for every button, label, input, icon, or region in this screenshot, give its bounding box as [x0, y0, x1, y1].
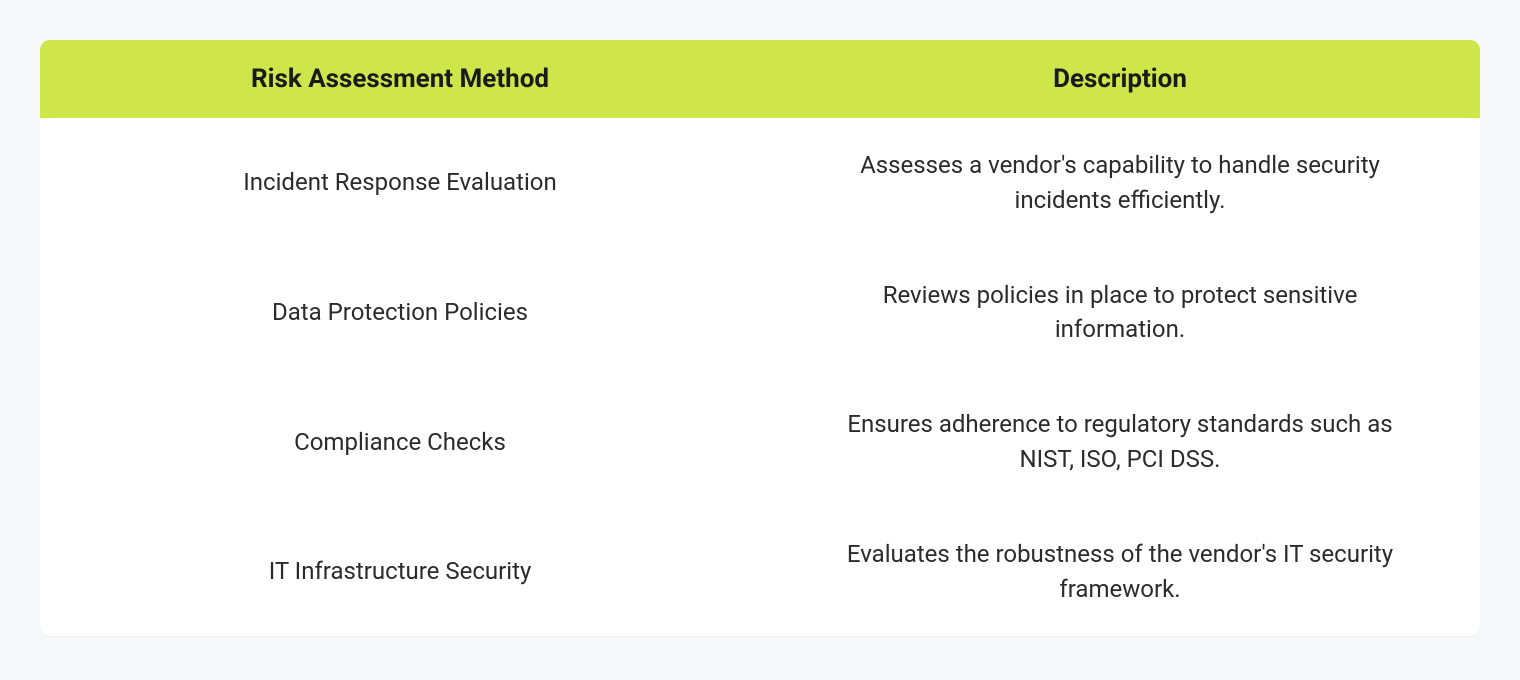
- cell-description: Evaluates the robustness of the vendor's…: [760, 507, 1480, 637]
- table-header-row: Risk Assessment Method Description: [40, 40, 1480, 118]
- cell-method: Data Protection Policies: [40, 248, 760, 378]
- col-header-description: Description: [760, 40, 1480, 118]
- cell-method: IT Infrastructure Security: [40, 507, 760, 637]
- table-row: IT Infrastructure Security Evaluates the…: [40, 507, 1480, 637]
- table-body: Incident Response Evaluation Assesses a …: [40, 118, 1480, 636]
- cell-description: Assesses a vendor's capability to handle…: [760, 118, 1480, 248]
- risk-assessment-table: Risk Assessment Method Description Incid…: [40, 40, 1480, 636]
- col-header-method: Risk Assessment Method: [40, 40, 760, 118]
- table-row: Data Protection Policies Reviews policie…: [40, 248, 1480, 378]
- cell-method: Incident Response Evaluation: [40, 118, 760, 248]
- cell-description: Ensures adherence to regulatory standard…: [760, 377, 1480, 507]
- table-row: Incident Response Evaluation Assesses a …: [40, 118, 1480, 248]
- cell-method: Compliance Checks: [40, 377, 760, 507]
- cell-description: Reviews policies in place to protect sen…: [760, 248, 1480, 378]
- table-row: Compliance Checks Ensures adherence to r…: [40, 377, 1480, 507]
